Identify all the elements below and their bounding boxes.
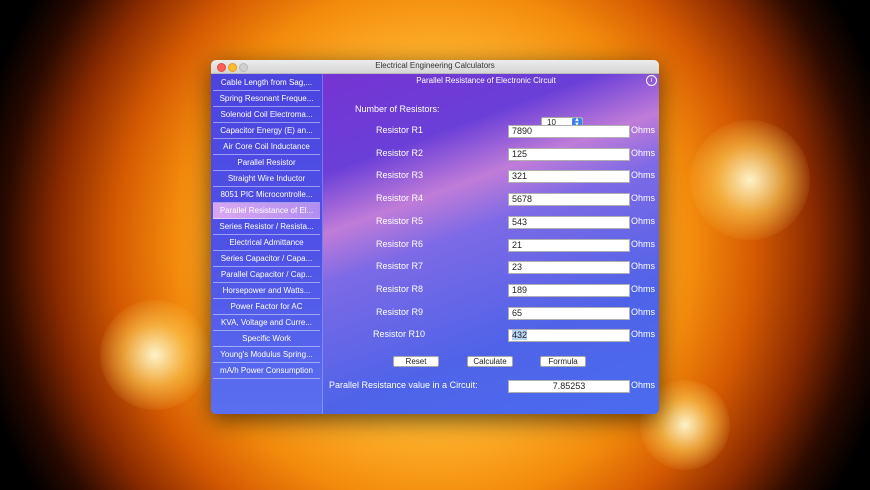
resistor-value: 23 [512, 262, 523, 273]
resistor-label: Resistor R9 [376, 306, 424, 317]
resistor-value: 189 [512, 284, 528, 295]
result-unit: Ohms [631, 380, 656, 390]
sidebar-item[interactable]: 8051 PIC Microcontrolle... [213, 187, 320, 203]
resistor-unit: Ohms [631, 215, 656, 226]
calculate-button[interactable]: Calculate [467, 356, 513, 367]
sidebar-item[interactable]: Power Factor for AC [213, 299, 320, 315]
resistor-value: 5678 [512, 194, 533, 205]
sidebar-item[interactable]: Parallel Capacitor / Cap... [213, 267, 320, 283]
sidebar-item[interactable]: Capacitor Energy (E) an... [213, 123, 320, 139]
sidebar-item[interactable]: Spring Resonant Freque... [213, 91, 320, 107]
sidebar-item[interactable]: Young's Modulus Spring... [213, 347, 320, 363]
sidebar-item[interactable]: Specific Work [213, 331, 320, 347]
result-label: Parallel Resistance value in a Circuit: [329, 380, 478, 390]
sidebar-item[interactable]: Parallel Resistor [213, 155, 320, 171]
resistor-label: Resistor R10 [373, 329, 426, 340]
resistor-input[interactable]: 65 [508, 306, 630, 320]
sidebar-item[interactable]: mA/h Power Consumption [213, 363, 320, 379]
resistor-input[interactable]: 432 [508, 329, 630, 343]
resistor-label: Resistor R8 [376, 283, 424, 294]
result-field[interactable]: 7.85253 [508, 380, 630, 393]
sidebar-item[interactable]: Horsepower and Watts... [213, 283, 320, 299]
resistor-label: Resistor R6 [376, 238, 424, 249]
resistor-input[interactable]: 23 [508, 261, 630, 275]
sidebar-item[interactable]: Solenoid Coil Electroma... [213, 107, 320, 123]
resistor-unit: Ohms [631, 125, 656, 135]
sidebar-item[interactable]: Series Resistor / Resista... [213, 219, 320, 235]
sun-flare [690, 120, 810, 240]
resistor-value: 543 [512, 216, 528, 227]
resistor-value: 7890 [512, 126, 533, 136]
resistor-unit: Ohms [631, 283, 656, 294]
resistor-value: 321 [512, 171, 528, 182]
resistor-label: Resistor R5 [376, 215, 424, 226]
resistor-unit: Ohms [631, 193, 656, 204]
resistor-unit: Ohms [631, 147, 656, 158]
title-bar[interactable]: Electrical Engineering Calculators [211, 60, 659, 74]
resistor-unit: Ohms [631, 329, 656, 340]
resistor-value: 65 [512, 307, 523, 318]
resistor-input[interactable]: 21 [508, 238, 630, 252]
resistor-input[interactable]: 543 [508, 215, 630, 229]
app-window: Electrical Engineering Calculators Cable… [211, 60, 659, 414]
sidebar-item[interactable]: Electrical Admittance [213, 235, 320, 251]
reset-button[interactable]: Reset [393, 356, 439, 367]
resistor-value: 21 [512, 239, 523, 250]
sidebar-item[interactable]: Series Capacitor / Capa... [213, 251, 320, 267]
resistor-value: 432 [512, 330, 528, 341]
info-icon[interactable]: i [646, 75, 657, 86]
resistor-label: Resistor R2 [376, 147, 424, 158]
sidebar-item[interactable]: Cable Length from Sag,... [213, 75, 320, 91]
resistor-input[interactable]: 125 [508, 147, 630, 161]
resistor-label: Resistor R7 [376, 261, 424, 272]
sidebar-item[interactable]: Straight Wire Inductor [213, 171, 320, 187]
sidebar-item[interactable]: KVA, Voltage and Curre... [213, 315, 320, 331]
sun-flare [100, 300, 210, 410]
formula-button[interactable]: Formula [540, 356, 586, 367]
resistor-unit: Ohms [631, 170, 656, 181]
resistor-label: Resistor R4 [376, 193, 424, 204]
resistor-input[interactable]: 189 [508, 283, 630, 297]
resistor-input[interactable]: 321 [508, 170, 630, 184]
resistor-input[interactable]: 5678 [508, 193, 630, 207]
resistor-unit: Ohms [631, 238, 656, 249]
resistor-input[interactable]: 7890 [508, 125, 630, 138]
resistor-label: Resistor R3 [376, 170, 424, 181]
resistor-unit: Ohms [631, 261, 656, 272]
resistor-unit: Ohms [631, 306, 656, 317]
resistor-value: 125 [512, 148, 528, 159]
panel-title: Parallel Resistance of Electronic Circui… [416, 76, 556, 85]
resistor-label: Resistor R1 [376, 125, 424, 135]
app-content: Cable Length from Sag,... Spring Resonant… [211, 74, 659, 414]
sidebar-item[interactable]: Parallel Resistance of El... [213, 203, 320, 219]
sidebar-item[interactable]: Air Core Coil Inductance [213, 139, 320, 155]
window-title: Electrical Engineering Calculators [375, 61, 495, 70]
calculator-sidebar: Cable Length from Sag,... Spring Resonant… [211, 74, 323, 414]
num-resistors-label: Number of Resistors: [355, 104, 440, 114]
